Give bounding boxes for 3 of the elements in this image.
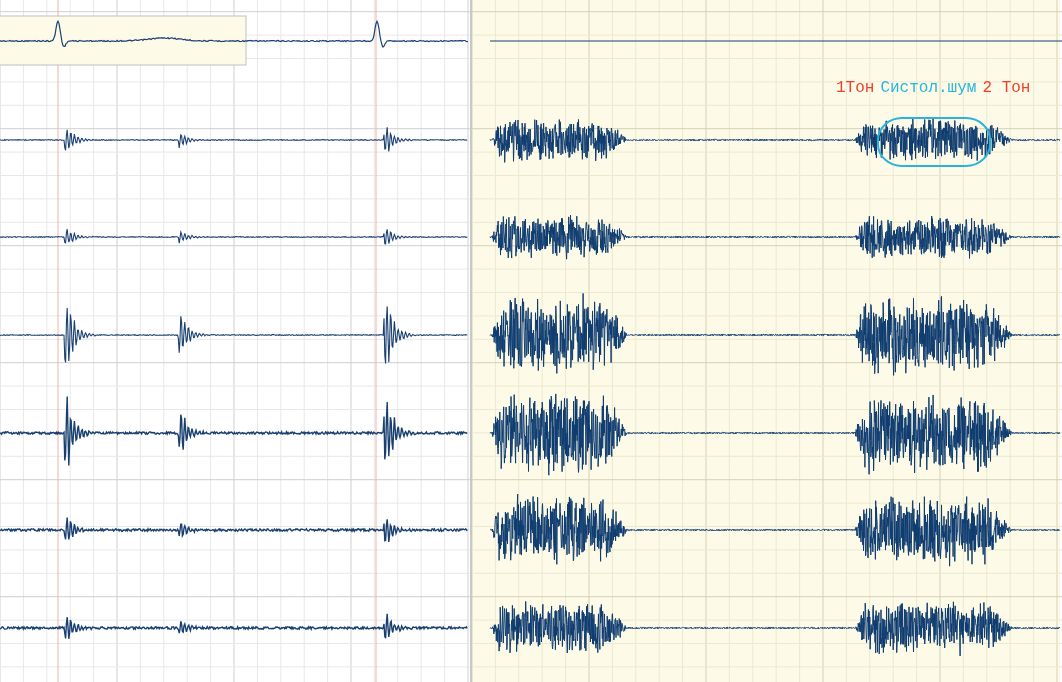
sound-label: Систол.шум	[880, 78, 977, 99]
sound-label: 1Тон	[836, 78, 875, 99]
sound-label: 2 Тон	[982, 78, 1031, 99]
